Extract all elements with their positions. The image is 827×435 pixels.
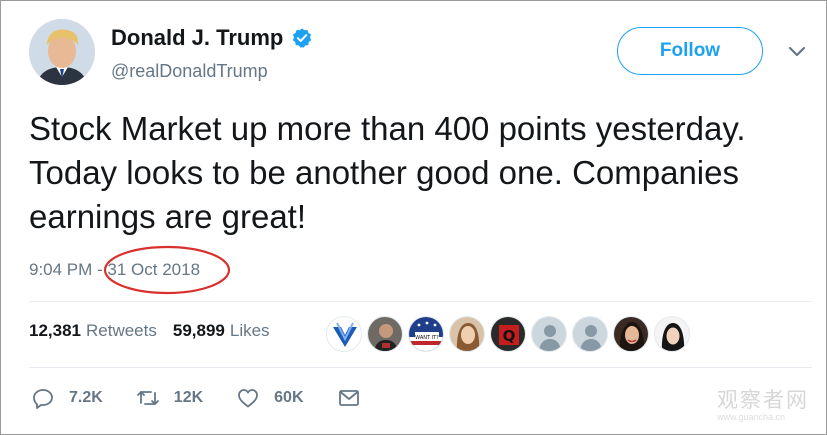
svg-text:Q: Q (503, 327, 516, 345)
tweet-text: Stock Market up more than 400 points yes… (29, 110, 746, 235)
liker-avatar[interactable] (572, 316, 608, 352)
profile-avatar[interactable] (29, 19, 95, 85)
watermark-url: www.guancha.cn (717, 412, 786, 422)
site-watermark: 观察者网 www.guancha.cn (717, 384, 817, 424)
liker-avatar[interactable] (531, 316, 567, 352)
tweet-timestamp[interactable]: 9:04 PM - 31 Oct 2018 (29, 260, 200, 280)
retweet-icon (136, 391, 159, 405)
avatar-blue-logo-icon (327, 317, 361, 351)
liker-avatar[interactable] (367, 316, 403, 352)
liker-avatar[interactable] (326, 316, 362, 352)
divider-top (29, 301, 812, 302)
avatar-woman-icon (614, 317, 648, 351)
tweet-header: Donald J. Trump @realDonaldTrump Follow (29, 19, 814, 89)
likes-stat[interactable]: 59,899 Likes (173, 321, 270, 341)
retweets-count: 12,381 (29, 321, 81, 340)
liker-avatar[interactable] (449, 316, 485, 352)
avatar-woman-icon (655, 317, 689, 351)
liker-avatar[interactable] (654, 316, 690, 352)
like-button[interactable]: 60K (236, 386, 304, 410)
liker-avatar[interactable] (613, 316, 649, 352)
avatar-woman-icon (450, 317, 484, 351)
profile-photo-icon (29, 19, 95, 85)
retweet-button[interactable]: 12K (136, 386, 203, 410)
avatar-default-icon (573, 317, 607, 351)
tweet-stats: 12,381 Retweets 59,899 Likes (29, 321, 286, 341)
chevron-down-icon[interactable] (787, 41, 807, 61)
avatar-flag-badge-icon: WANT IT? (409, 317, 443, 351)
reply-icon (33, 389, 53, 409)
tweet-time: 9:04 PM (29, 260, 93, 279)
follow-button[interactable]: Follow (617, 27, 763, 75)
reply-count: 7.2K (69, 389, 103, 406)
likes-count: 59,899 (172, 321, 225, 340)
watermark-text: 观察者网 (717, 388, 809, 412)
divider-bottom (29, 367, 812, 368)
tweet-card: Donald J. Trump @realDonaldTrump Follow … (0, 0, 827, 435)
like-count: 60K (274, 389, 304, 406)
liker-avatar[interactable]: Q (490, 316, 526, 352)
name-row: Donald J. Trump (111, 25, 313, 51)
reply-button[interactable]: 7.2K (31, 386, 103, 410)
avatar-person-icon (368, 317, 402, 351)
likers-avatars: WANT IT? Q (326, 316, 695, 352)
svg-text:WANT IT?: WANT IT? (415, 335, 439, 341)
envelope-icon (338, 390, 359, 406)
avatar-default-icon (532, 317, 566, 351)
tweet-actions: 7.2K 12K 60K (31, 386, 408, 410)
avatar-red-q-icon: Q (491, 317, 525, 351)
retweet-count: 12K (173, 389, 204, 406)
display-name[interactable]: Donald J. Trump (111, 25, 283, 51)
tweet-date: 31 Oct 2018 (107, 260, 201, 279)
verified-badge-icon (291, 27, 313, 49)
timestamp-separator: - (92, 260, 108, 279)
heart-icon (238, 389, 259, 408)
retweets-label: Retweets (86, 321, 157, 340)
direct-message-button[interactable] (337, 386, 375, 410)
retweets-stat[interactable]: 12,381 Retweets (29, 321, 157, 341)
likes-label: Likes (229, 321, 270, 340)
liker-avatar[interactable]: WANT IT? (408, 316, 444, 352)
user-handle[interactable]: @realDonaldTrump (111, 61, 268, 82)
